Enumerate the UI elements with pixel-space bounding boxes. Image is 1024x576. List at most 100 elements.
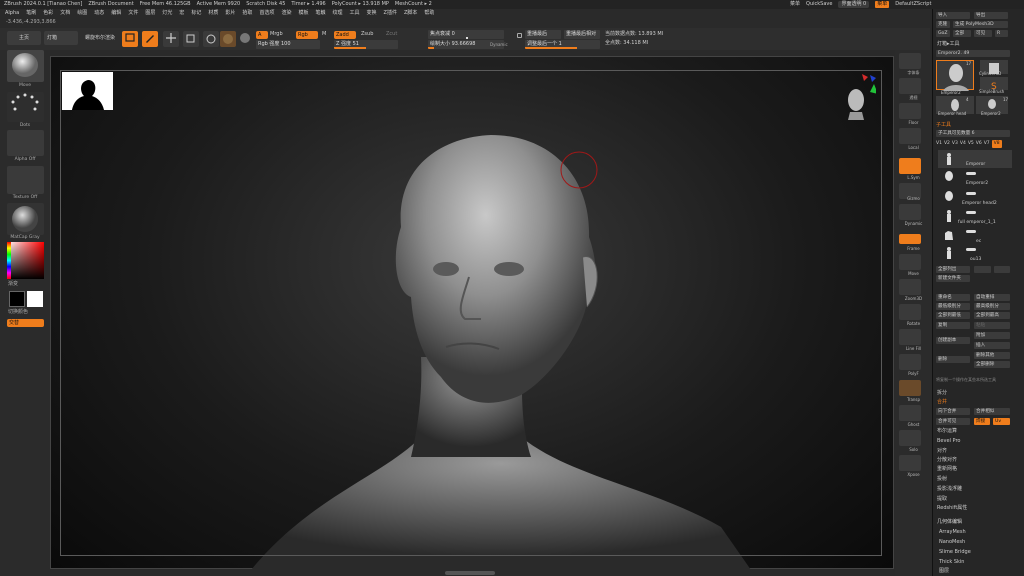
menu-alpha[interactable]: Alpha xyxy=(5,10,19,17)
menu-transform[interactable]: 变换 xyxy=(367,10,377,17)
layers-menu[interactable]: 图层 xyxy=(939,568,949,575)
alternate-button[interactable]: 交替 xyxy=(7,319,44,327)
split-menu[interactable]: 拆分 xyxy=(937,390,947,397)
all-low-button[interactable]: 最低级别分 xyxy=(936,303,970,310)
menu-edit[interactable]: 编辑 xyxy=(111,10,121,17)
menu-tool[interactable]: 工具 xyxy=(350,10,360,17)
subtool-item[interactable]: Emperor2 xyxy=(938,169,1012,187)
replay-last-rel-button[interactable]: 重播最后相对 xyxy=(564,30,600,39)
merge-menu[interactable]: 合并 xyxy=(937,399,947,406)
move-up-button[interactable] xyxy=(974,266,991,273)
goz-visible-button[interactable]: 可见 xyxy=(974,30,992,37)
xpose-button[interactable] xyxy=(899,455,921,471)
v6-button[interactable]: V6 xyxy=(976,140,982,148)
append-button[interactable]: 附加 xyxy=(974,332,1010,339)
lightbox-tools-label[interactable]: 灯箱▸工具 xyxy=(937,41,960,48)
move-view-button[interactable] xyxy=(899,254,921,270)
menu-material[interactable]: 材质 xyxy=(208,10,218,17)
switch-color-label[interactable]: 切换颜色 xyxy=(8,309,28,316)
goz-r-button[interactable]: R xyxy=(995,30,1008,37)
delete-button[interactable]: 删除 xyxy=(936,356,970,363)
rgb-toggle[interactable]: Rgb xyxy=(296,31,318,39)
scale-button[interactable] xyxy=(183,31,199,47)
auto-reorder-button[interactable]: 自动重排 xyxy=(974,294,1010,301)
linefill-button[interactable] xyxy=(899,329,921,345)
arraymesh-menu[interactable]: ArrayMesh xyxy=(939,529,966,536)
focal-shift-slider[interactable]: 焦点衰减 0 xyxy=(428,30,504,39)
mrgb-toggle[interactable]: A xyxy=(256,31,268,39)
menu-picker[interactable]: 拾取 xyxy=(242,10,252,17)
visibility-toggle[interactable] xyxy=(966,248,976,251)
lightbox-button[interactable]: 灯箱 xyxy=(44,31,78,45)
all-to-lowest-button[interactable]: 全部到最低 xyxy=(936,312,970,319)
bpr-button[interactable] xyxy=(899,53,921,69)
solo-button[interactable] xyxy=(899,430,921,446)
make-polymesh-button[interactable]: 生成 PolyMesh3D xyxy=(953,21,1008,28)
subtool-item[interactable]: full emperor_1_1 xyxy=(938,208,1012,226)
menu-layer[interactable]: 图层 xyxy=(145,10,155,17)
replay-last-checkbox[interactable] xyxy=(517,33,522,38)
adjust-last-slider[interactable]: 调整最后一个 1 xyxy=(525,40,600,49)
menus-button[interactable]: 菜单 xyxy=(875,1,890,8)
menu-zscript[interactable]: Z脚本 xyxy=(404,10,417,17)
rotate-button[interactable] xyxy=(203,31,219,47)
quicksave-button[interactable]: QuickSave xyxy=(806,1,832,8)
goz-all-button[interactable]: 全部 xyxy=(953,30,971,37)
visibility-toggle[interactable] xyxy=(966,211,976,214)
menu-label[interactable]: 菜单 xyxy=(790,1,800,8)
menu-stencil[interactable]: 模板 xyxy=(298,10,308,17)
slime-bridge-menu[interactable]: Slime Bridge xyxy=(939,549,971,556)
subtool-item[interactable]: ou13 xyxy=(938,245,1012,263)
move-down-button[interactable] xyxy=(994,266,1010,273)
alpha-selector[interactable] xyxy=(7,130,44,156)
edit-button[interactable] xyxy=(122,31,138,47)
menu-file[interactable]: 文件 xyxy=(128,10,138,17)
weld-toggle[interactable]: 焊接 xyxy=(974,418,990,425)
clone-button[interactable]: 克隆 xyxy=(936,21,950,28)
v4-button[interactable]: V4 xyxy=(960,140,966,148)
menu-light[interactable]: 灯光 xyxy=(162,10,172,17)
new-folder-button[interactable]: 新建文件夹 xyxy=(936,275,970,282)
brush-selector[interactable] xyxy=(7,50,44,82)
subtool-item[interactable]: ec xyxy=(938,227,1012,245)
copy-button[interactable]: 复制 xyxy=(936,322,970,329)
goz-button[interactable]: GoZ xyxy=(936,30,950,37)
m-toggle[interactable]: M xyxy=(322,31,326,38)
floor-button[interactable] xyxy=(899,103,921,119)
default-zscript-button[interactable]: DefaultZScript xyxy=(895,1,931,8)
frame-button[interactable] xyxy=(899,234,921,244)
v3-button[interactable]: V3 xyxy=(952,140,958,148)
persp-button[interactable] xyxy=(899,78,921,94)
import-button[interactable]: 导入 xyxy=(936,12,970,19)
visibility-toggle[interactable] xyxy=(966,172,976,175)
merge-visible-button[interactable]: 合并可见 xyxy=(936,418,970,425)
menu-zplugin[interactable]: Z插件 xyxy=(384,10,397,17)
menu-render[interactable]: 渲染 xyxy=(281,10,291,17)
zcut-toggle[interactable]: Zcut xyxy=(386,31,397,38)
uv-toggle[interactable]: Uv xyxy=(993,418,1010,425)
draw-button[interactable] xyxy=(142,31,158,47)
menu-draw[interactable]: 绘图 xyxy=(77,10,87,17)
ghost-button[interactable] xyxy=(899,405,921,421)
export-button[interactable]: 导出 xyxy=(974,12,1008,19)
bevel-pro-menu[interactable]: Bevel Pro xyxy=(937,438,960,445)
z-intensity-slider[interactable]: Z 强度 51 xyxy=(334,40,398,49)
dynamic-button[interactable] xyxy=(899,204,921,220)
remesh-menu[interactable]: 重新网格 xyxy=(937,466,957,473)
transparency-slider[interactable]: 界面透明 0 xyxy=(838,1,870,8)
home-button[interactable]: 主页 xyxy=(7,31,41,45)
redshift-menu[interactable]: Redshift属性 xyxy=(937,505,967,512)
list-all-button[interactable]: 全部列出 xyxy=(936,266,970,273)
distribute-menu[interactable]: 分散对齐 xyxy=(937,457,957,464)
duplicate-button[interactable]: 创建副本 xyxy=(936,337,970,344)
menu-brush[interactable]: 笔刷 xyxy=(26,10,36,17)
menu-macro[interactable]: 宏 xyxy=(179,10,184,17)
menu-dynamics[interactable]: 动态 xyxy=(94,10,104,17)
extract-menu[interactable]: 提取 xyxy=(937,496,947,503)
v8-button[interactable]: V8 xyxy=(991,140,1002,148)
subtool-visible-count[interactable]: 子工具可见数量 6 xyxy=(936,130,1010,137)
transp-button[interactable] xyxy=(899,380,921,396)
v1-button[interactable]: V1 xyxy=(936,140,942,148)
merge-down-button[interactable]: 向下合并 xyxy=(936,408,970,415)
merge-similar-button[interactable]: 合并相似 xyxy=(974,408,1010,415)
